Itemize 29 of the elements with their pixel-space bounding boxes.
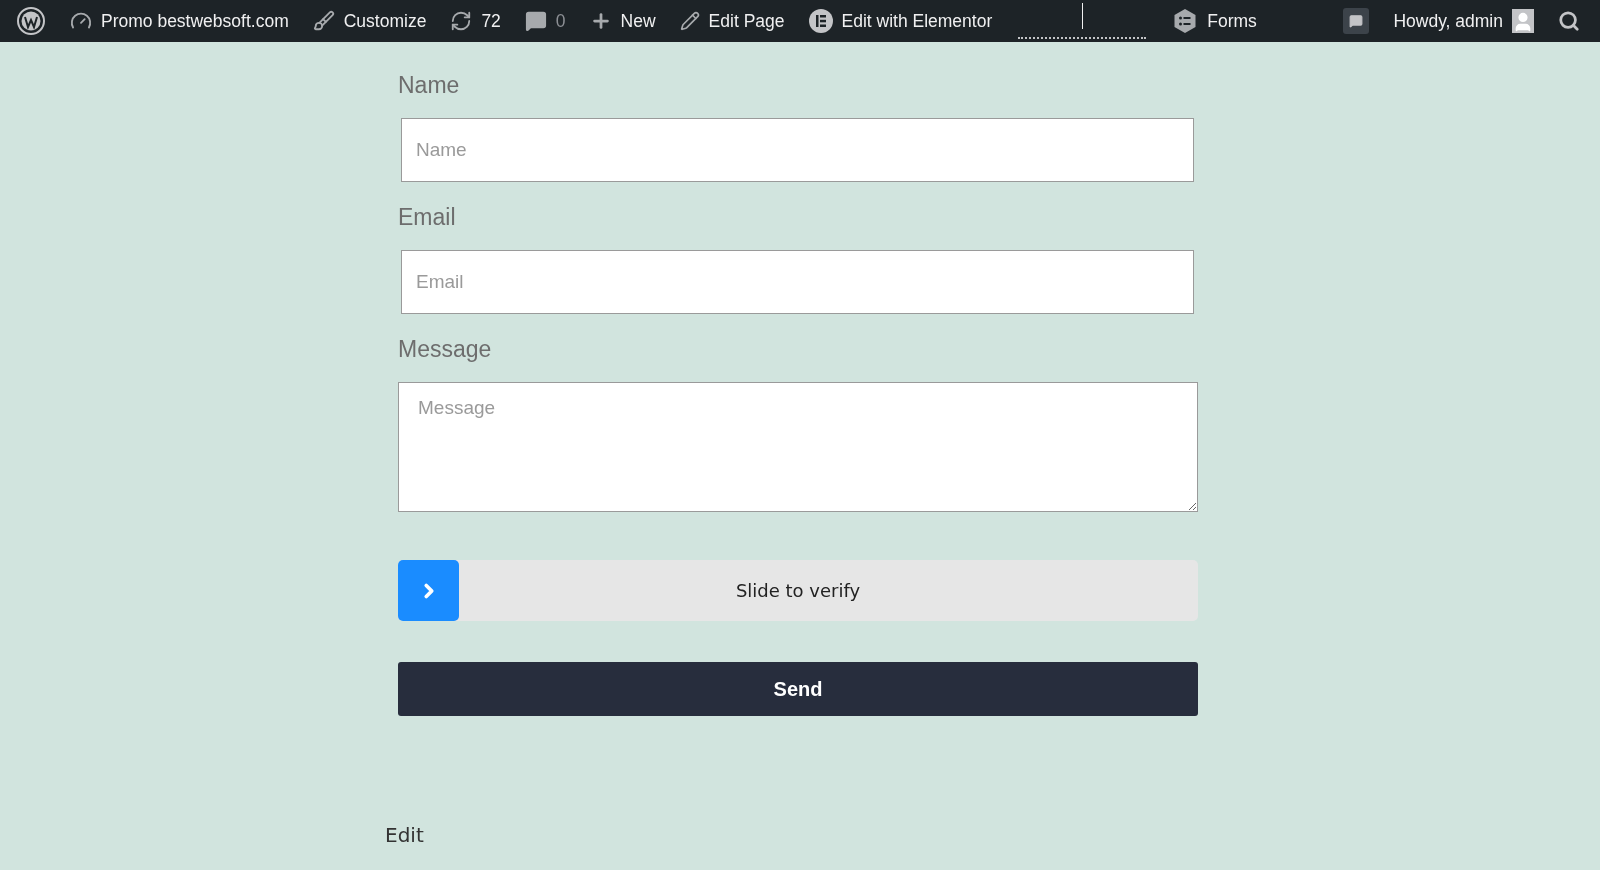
new-content-link[interactable]: New <box>577 0 668 42</box>
slider-handle[interactable] <box>398 560 459 621</box>
elementor-icon <box>808 9 833 33</box>
site-name-link[interactable]: Promo bestwebsoft.com <box>58 0 301 42</box>
refresh-icon <box>450 10 473 32</box>
comment-icon <box>1349 14 1364 28</box>
account-menu[interactable]: Howdy, admin <box>1381 0 1546 42</box>
edit-link[interactable]: Edit <box>385 823 424 847</box>
forms-link[interactable]: Forms <box>1160 0 1269 42</box>
field-label: Email <box>398 204 457 231</box>
empty-menu-slot[interactable] <box>1018 3 1147 39</box>
comment-icon <box>524 10 547 32</box>
updates-link[interactable]: 72 <box>438 0 513 42</box>
input-field[interactable]: Name <box>401 118 1194 182</box>
field-label: Message <box>398 336 493 363</box>
wordpress-logo-icon <box>16 6 46 36</box>
paintbrush-icon <box>312 10 335 32</box>
customize-link[interactable]: Customize <box>300 0 439 42</box>
field-label: Name <box>398 72 461 99</box>
avatar-icon <box>1512 9 1534 33</box>
message-field[interactable]: Message <box>398 382 1198 512</box>
edit-with-elementor-link[interactable]: Edit with Elementor <box>796 0 1005 42</box>
slider-text: Slide to verify <box>735 580 861 601</box>
search-icon <box>1558 10 1580 32</box>
input-field[interactable]: Email <box>401 250 1194 314</box>
forms-icon <box>1172 8 1199 34</box>
send-button[interactable]: Send <box>398 662 1198 716</box>
pencil-icon <box>679 11 700 31</box>
edit-page-link[interactable]: Edit Page <box>667 0 797 42</box>
